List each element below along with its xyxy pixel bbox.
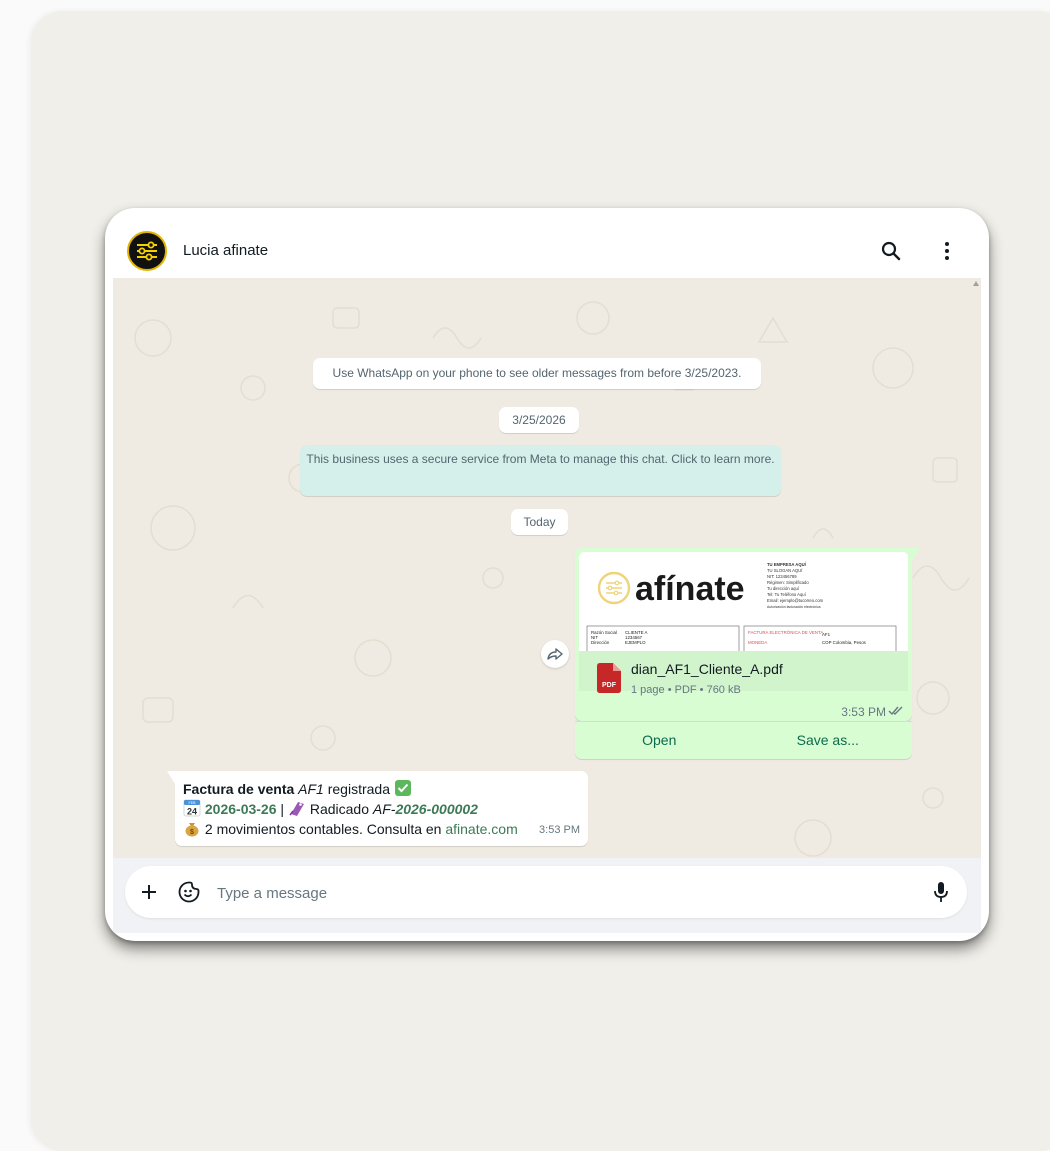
preview-label: Dirección xyxy=(591,640,610,645)
contact-avatar[interactable] xyxy=(127,231,167,271)
document-actions: Open Save as... xyxy=(575,721,912,759)
invoice-label: Factura de venta xyxy=(183,781,295,797)
file-name[interactable]: dian_AF1_Cliente_A.pdf xyxy=(631,661,783,677)
search-button[interactable] xyxy=(876,236,906,266)
chat-header: Lucia afinate xyxy=(113,216,981,286)
whatsapp-window: Lucia afinate Use WhatsApp on your phone… xyxy=(105,208,989,941)
invoice-date: 2026-03-26 xyxy=(204,801,277,817)
message-time: 3:53 PM xyxy=(539,824,580,836)
menu-button[interactable] xyxy=(932,236,962,266)
message-time: 3:53 PM xyxy=(841,705,886,719)
preview-company-line: Régimen: Simplificado xyxy=(767,580,809,585)
preview-company-line: Tu dirección aquí xyxy=(767,586,800,591)
preview-currency-value: COP Colombia, Pesos xyxy=(822,640,867,645)
preview-company-line: Tel: Tu Teléfono Aquí xyxy=(767,592,807,597)
calendar-day: 24 xyxy=(187,807,197,817)
date-chip: 3/25/2026 xyxy=(499,407,579,433)
money-bag-icon: $ xyxy=(185,823,199,837)
message-line-3: $ 2 movimientos contables. Consulta en a… xyxy=(183,819,580,839)
more-vertical-icon xyxy=(945,242,949,260)
bubble-tail xyxy=(912,548,920,561)
search-icon xyxy=(881,241,901,261)
invoice-code: AF1 xyxy=(298,781,324,797)
microphone-icon xyxy=(934,882,948,902)
radicado-number: 2026-000002 xyxy=(395,801,478,817)
preview-company-line: TU SLOGAN AQUÍ xyxy=(767,568,803,573)
document-bubble[interactable]: afínate TU EMPRESA AQUÍ TU SLOGAN AQUÍ N… xyxy=(575,548,920,721)
message-line-1: Factura de venta AF1 registrada xyxy=(183,779,580,799)
afinate-link[interactable]: afinate.com xyxy=(445,821,517,837)
preview-invoice-number: AF1 xyxy=(822,632,831,637)
document-preview[interactable]: afínate TU EMPRESA AQUÍ TU SLOGAN AQUÍ N… xyxy=(579,552,908,651)
invoice-preview-image: afínate TU EMPRESA AQUÍ TU SLOGAN AQUÍ N… xyxy=(579,552,908,651)
chat-scrollbar[interactable] xyxy=(971,278,981,868)
message-input[interactable] xyxy=(215,876,919,910)
message-line-2: FEB 24 2026-03-26 | Radicado AF-2026-000… xyxy=(183,799,580,819)
preview-company-line: TU EMPRESA AQUÍ xyxy=(767,562,807,567)
check-mark-button-icon xyxy=(394,780,411,796)
file-meta: 1 page • PDF • 760 kB xyxy=(631,684,741,696)
preview-currency-label: MONEDA xyxy=(748,640,767,645)
sliders-logo-icon xyxy=(127,231,167,271)
incoming-message[interactable]: Factura de venta AF1 registrada FEB 24 2… xyxy=(167,771,588,846)
radicado-label: Radicado xyxy=(309,801,369,817)
save-as-button[interactable]: Save as... xyxy=(744,722,913,759)
contact-name[interactable]: Lucia afinate xyxy=(183,242,268,259)
svg-text:$: $ xyxy=(190,829,194,836)
sticker-emoji-icon xyxy=(178,881,200,903)
double-check-icon xyxy=(888,706,903,716)
preview-company-line: NIT: 123456789 xyxy=(767,574,797,579)
radicado-prefix: AF- xyxy=(372,801,396,817)
bookmark-tag-icon xyxy=(289,802,304,816)
today-chip: Today xyxy=(511,509,568,535)
movements-text: 2 movimientos contables. Consulta en xyxy=(204,821,442,837)
chat-area[interactable]: Use WhatsApp on your phone to see older … xyxy=(113,278,981,933)
calendar-icon: FEB 24 xyxy=(183,799,201,817)
forward-button[interactable] xyxy=(541,640,569,668)
business-encryption-note[interactable]: This business uses a secure service from… xyxy=(300,445,781,496)
open-document-button[interactable]: Open xyxy=(575,722,744,759)
preview-brand: afínate xyxy=(635,570,745,608)
scrollbar-arrows-icon xyxy=(973,281,979,865)
bubble-tail xyxy=(167,771,175,784)
voice-message-button[interactable] xyxy=(929,880,953,904)
separator: | xyxy=(280,801,285,817)
forward-icon xyxy=(547,648,563,660)
preview-company-line: Email: ejemplo@tucorreo.com xyxy=(767,598,824,603)
preview-invoice-title: FACTURA ELECTRÓNICA DE VENTA xyxy=(748,630,823,635)
older-messages-note: Use WhatsApp on your phone to see older … xyxy=(313,358,761,389)
pdf-badge: PDF xyxy=(602,682,617,689)
attach-button[interactable] xyxy=(137,880,161,904)
sticker-button[interactable] xyxy=(177,880,201,904)
registered-text: registrada xyxy=(327,781,390,797)
pdf-file-icon: PDF xyxy=(597,663,621,693)
preview-value: EJEMPLO xyxy=(625,640,646,645)
calendar-month: FEB xyxy=(189,801,197,805)
message-composer xyxy=(125,866,967,918)
preview-company-line: Autorización facturación electrónica xyxy=(767,605,821,609)
plus-icon xyxy=(142,885,156,899)
